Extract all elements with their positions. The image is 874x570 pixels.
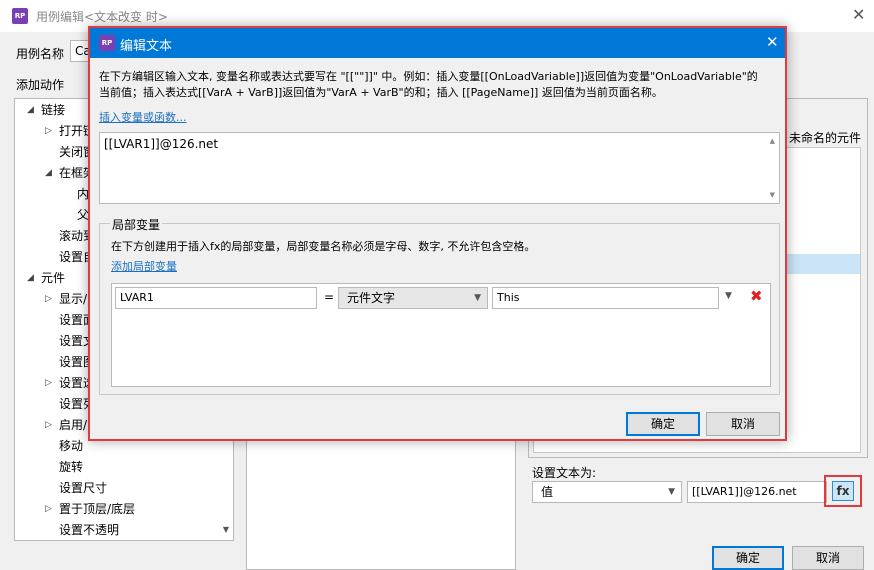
- editor-scroll-down-icon[interactable]: ▼: [770, 191, 775, 199]
- dialog-description-line2: 当前值；插入表达式[[VarA + VarB]]返回值为"VarA + VarB…: [99, 86, 663, 99]
- outer-window-title: 用例编辑<文本改变 时>: [36, 10, 168, 24]
- target-dropdown-icon[interactable]: ▼: [725, 291, 732, 301]
- value-text-input[interactable]: [[LVAR1]]@126.net: [687, 481, 827, 503]
- tree-item-label: 链接: [41, 103, 66, 117]
- tree-item[interactable]: ▷ 置于顶层/底层: [15, 499, 233, 520]
- tree-item-label: 设置不透明: [59, 523, 120, 537]
- rp-app-icon: RP: [12, 8, 28, 24]
- tree-item-label: 显示/: [59, 292, 88, 306]
- local-variables-description: 在下方创建用于插入fx的局部变量，局部变量名称必须是字母、数字, 不允许包含空格…: [111, 240, 536, 253]
- insert-variable-link[interactable]: 插入变量或函数...: [99, 109, 187, 125]
- collapse-arrow-icon[interactable]: ▷: [45, 373, 52, 394]
- fx-button[interactable]: fx: [832, 481, 854, 501]
- dialog-close-icon[interactable]: ✕: [766, 33, 779, 51]
- expand-arrow-icon[interactable]: ◢: [27, 268, 34, 289]
- expand-arrow-icon[interactable]: ◢: [45, 163, 52, 184]
- tree-item[interactable]: 旋转: [15, 457, 233, 478]
- delete-variable-icon[interactable]: ✖: [750, 287, 763, 305]
- variable-type-select[interactable]: 元件文字 ▼: [338, 287, 488, 309]
- scroll-down-icon[interactable]: ▼: [223, 525, 229, 534]
- text-editor-content: [[LVAR1]]@126.net: [104, 137, 219, 151]
- outer-close-icon[interactable]: ✕: [852, 5, 865, 24]
- tree-item-label: 设置尺寸: [59, 481, 108, 495]
- tree-item[interactable]: 设置不透明: [15, 520, 233, 540]
- outer-ok-button[interactable]: 确定: [712, 546, 784, 570]
- collapse-arrow-icon[interactable]: ▷: [45, 415, 52, 436]
- variable-name-input[interactable]: LVAR1: [115, 287, 317, 309]
- local-variables-title: 局部变量: [110, 216, 163, 233]
- value-type-selected: 值: [541, 485, 554, 499]
- dialog-title-bar: RP 编辑文本 ✕: [90, 28, 785, 58]
- element-list-header: 未命名的元件: [789, 131, 862, 145]
- fx-highlight-frame: fx: [824, 475, 862, 507]
- configure-actions-panel: [246, 440, 516, 570]
- variable-type-selected: 元件文字: [347, 291, 396, 305]
- editor-scroll-up-icon[interactable]: ▲: [770, 137, 775, 145]
- outer-cancel-button[interactable]: 取消: [792, 546, 864, 570]
- collapse-arrow-icon[interactable]: ▷: [45, 121, 52, 142]
- collapse-arrow-icon[interactable]: ▷: [45, 289, 52, 310]
- value-type-select[interactable]: 值 ▼: [532, 481, 682, 503]
- case-name-label: 用例名称: [16, 47, 65, 61]
- add-local-variable-link[interactable]: 添加局部变量: [111, 258, 177, 274]
- expand-arrow-icon[interactable]: ◢: [27, 100, 34, 121]
- variable-target-input[interactable]: This: [492, 287, 719, 309]
- dialog-title: 编辑文本: [120, 39, 173, 54]
- tree-item-label: 旋转: [59, 460, 84, 474]
- set-text-label: 设置文本为:: [532, 466, 597, 480]
- dialog-rp-icon: RP: [99, 35, 115, 51]
- tree-item[interactable]: 设置尺寸: [15, 478, 233, 499]
- tree-item-label: 移动: [59, 439, 84, 453]
- tree-item-label: 启用/: [59, 418, 88, 432]
- dialog-cancel-button[interactable]: 取消: [706, 412, 780, 436]
- collapse-arrow-icon[interactable]: ▷: [45, 499, 52, 520]
- text-editor[interactable]: [[LVAR1]]@126.net ▲ ▼: [99, 132, 780, 204]
- dialog-description-line1: 在下方编辑区输入文本, 变量名称或表达式要写在 "[[""]]" 中。例如：插入…: [99, 70, 758, 83]
- add-action-label: 添加动作: [16, 78, 65, 92]
- local-variable-list: LVAR1 = 元件文字 ▼ This ▼ ✖: [111, 283, 771, 387]
- equals-sign: =: [324, 290, 335, 304]
- dialog-ok-button[interactable]: 确定: [626, 412, 700, 436]
- local-variables-group: 局部变量 在下方创建用于插入fx的局部变量，局部变量名称必须是字母、数字, 不允…: [99, 216, 780, 395]
- chevron-down-icon: ▼: [668, 487, 675, 497]
- edit-text-dialog: RP 编辑文本 ✕ 在下方编辑区输入文本, 变量名称或表达式要写在 "[[""]…: [88, 26, 787, 441]
- chevron-down-icon: ▼: [474, 293, 481, 303]
- tree-item-label: 元件: [41, 271, 66, 285]
- tree-item-label: 置于顶层/底层: [59, 502, 136, 516]
